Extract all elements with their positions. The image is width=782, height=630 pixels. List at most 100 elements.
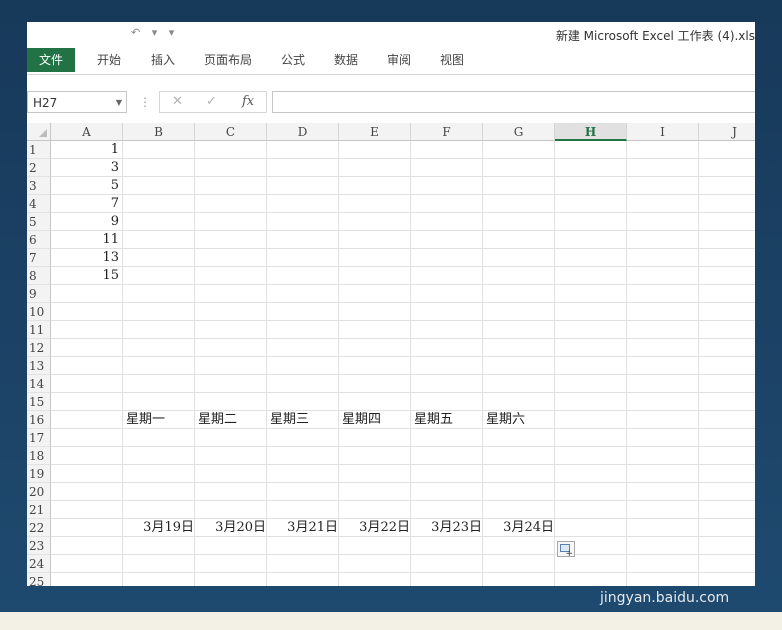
row-header-8[interactable]: 8 [27, 267, 51, 285]
row-gridline [51, 500, 755, 501]
column-header-a[interactable]: A [51, 123, 123, 141]
row-header-19[interactable]: 19 [27, 465, 51, 483]
row-header-25[interactable]: 25 [27, 573, 51, 586]
quick-access-toolbar[interactable]: ↶ ▾ ▾ [131, 26, 178, 39]
row-header-18[interactable]: 18 [27, 447, 51, 465]
cell-a3[interactable]: 5 [53, 177, 119, 195]
row-header-12[interactable]: 12 [27, 339, 51, 357]
formula-input[interactable] [272, 91, 755, 113]
cell-date[interactable]: 3月19日 [123, 519, 194, 537]
row-header-5[interactable]: 5 [27, 213, 51, 231]
row-gridline [51, 302, 755, 303]
row-gridline [51, 176, 755, 177]
column-header-c[interactable]: C [195, 123, 267, 141]
function-icon[interactable]: fx [242, 94, 254, 109]
name-box-value: H27 [33, 96, 58, 110]
check-icon[interactable]: ✓ [206, 94, 217, 109]
column-gridline [554, 141, 555, 586]
cell-weekday[interactable]: 星期四 [342, 411, 381, 429]
cell-date[interactable]: 3月20日 [195, 519, 266, 537]
row-gridline [51, 464, 755, 465]
tab-review[interactable]: 审阅 [377, 50, 421, 70]
row-header-4[interactable]: 4 [27, 195, 51, 213]
tab-file[interactable]: 文件 [27, 48, 75, 72]
cell-date[interactable]: 3月24日 [483, 519, 554, 537]
row-header-3[interactable]: 3 [27, 177, 51, 195]
cell-date[interactable]: 3月21日 [267, 519, 338, 537]
row-header-15[interactable]: 15 [27, 393, 51, 411]
row-header-16[interactable]: 16 [27, 411, 51, 429]
paste-options-icon[interactable] [557, 541, 575, 559]
window-title: 新建 Microsoft Excel 工作表 (4).xls [555, 29, 755, 43]
tab-insert[interactable]: 插入 [141, 50, 185, 70]
cancel-icon[interactable]: ✕ [172, 94, 183, 109]
tab-formulas[interactable]: 公式 [271, 50, 315, 70]
row-header-6[interactable]: 6 [27, 231, 51, 249]
formula-bar: H27 ▼ ⋮ ✕ ✓ fx [27, 75, 755, 123]
row-gridline [51, 374, 755, 375]
tab-home[interactable]: 开始 [87, 50, 131, 70]
row-gridline [51, 158, 755, 159]
worksheet-grid: A B C D E F G H I J 1 2 3 4 5 6 7 8 9 10 11 12 13 14 15 16 17 18 19 2… [27, 123, 755, 586]
ribbon-tabs: 文件 开始 插入 页面布局 公式 数据 审阅 视图 [27, 46, 755, 75]
row-gridline [51, 266, 755, 267]
column-header-i[interactable]: I [627, 123, 699, 141]
row-header-2[interactable]: 2 [27, 159, 51, 177]
name-box[interactable]: H27 ▼ [27, 91, 127, 113]
row-header-7[interactable]: 7 [27, 249, 51, 267]
cell-a8[interactable]: 15 [53, 267, 119, 285]
row-header-22[interactable]: 22 [27, 519, 51, 537]
row-gridline [51, 320, 755, 321]
cell-a2[interactable]: 3 [53, 159, 119, 177]
column-header-d[interactable]: D [267, 123, 339, 141]
chevron-down-icon[interactable]: ▼ [116, 92, 122, 114]
column-header-e[interactable]: E [339, 123, 411, 141]
row-gridline [51, 338, 755, 339]
row-header-20[interactable]: 20 [27, 483, 51, 501]
cell-weekday[interactable]: 星期三 [270, 411, 309, 429]
cell-a6[interactable]: 11 [53, 231, 119, 249]
tab-data[interactable]: 数据 [324, 50, 368, 70]
row-header-23[interactable]: 23 [27, 537, 51, 555]
cell-weekday[interactable]: 星期二 [198, 411, 237, 429]
cell-weekday[interactable]: 星期一 [126, 411, 165, 429]
row-header-14[interactable]: 14 [27, 375, 51, 393]
cell-a4[interactable]: 7 [53, 195, 119, 213]
column-header-j[interactable]: J [699, 123, 755, 141]
row-header-13[interactable]: 13 [27, 357, 51, 375]
row-gridline [51, 392, 755, 393]
cell-date[interactable]: 3月22日 [339, 519, 410, 537]
row-gridline [51, 482, 755, 483]
watermark-url: jingyan.baidu.com [600, 590, 730, 606]
bottom-strip [0, 612, 782, 630]
row-header-9[interactable]: 9 [27, 285, 51, 303]
row-header-21[interactable]: 21 [27, 501, 51, 519]
tab-view[interactable]: 视图 [430, 50, 474, 70]
row-header-10[interactable]: 10 [27, 303, 51, 321]
row-gridline [51, 356, 755, 357]
cell-date[interactable]: 3月23日 [411, 519, 482, 537]
formula-buttons: ✕ ✓ fx [159, 91, 267, 113]
column-header-h[interactable]: H [555, 123, 627, 141]
column-header-f[interactable]: F [411, 123, 483, 141]
select-all-button[interactable] [27, 123, 51, 141]
column-header-b[interactable]: B [123, 123, 195, 141]
cell-a5[interactable]: 9 [53, 213, 119, 231]
column-header-g[interactable]: G [483, 123, 555, 141]
drag-handle-icon[interactable]: ⋮ [139, 95, 151, 109]
tab-page-layout[interactable]: 页面布局 [197, 50, 259, 70]
column-gridline [698, 141, 699, 586]
baidu-watermark: jingyan.baidu.com [588, 548, 768, 608]
cell-weekday[interactable]: 星期五 [414, 411, 453, 429]
row-gridline [51, 284, 755, 285]
cell-a7[interactable]: 13 [53, 249, 119, 267]
row-header-17[interactable]: 17 [27, 429, 51, 447]
row-gridline [51, 230, 755, 231]
row-header-11[interactable]: 11 [27, 321, 51, 339]
row-gridline [51, 194, 755, 195]
row-header-24[interactable]: 24 [27, 555, 51, 573]
cell-weekday[interactable]: 星期六 [486, 411, 525, 429]
title-bar: ↶ ▾ ▾ 新建 Microsoft Excel 工作表 (4).xls [27, 22, 755, 46]
cell-a1[interactable]: 1 [53, 141, 119, 159]
row-header-1[interactable]: 1 [27, 141, 51, 159]
